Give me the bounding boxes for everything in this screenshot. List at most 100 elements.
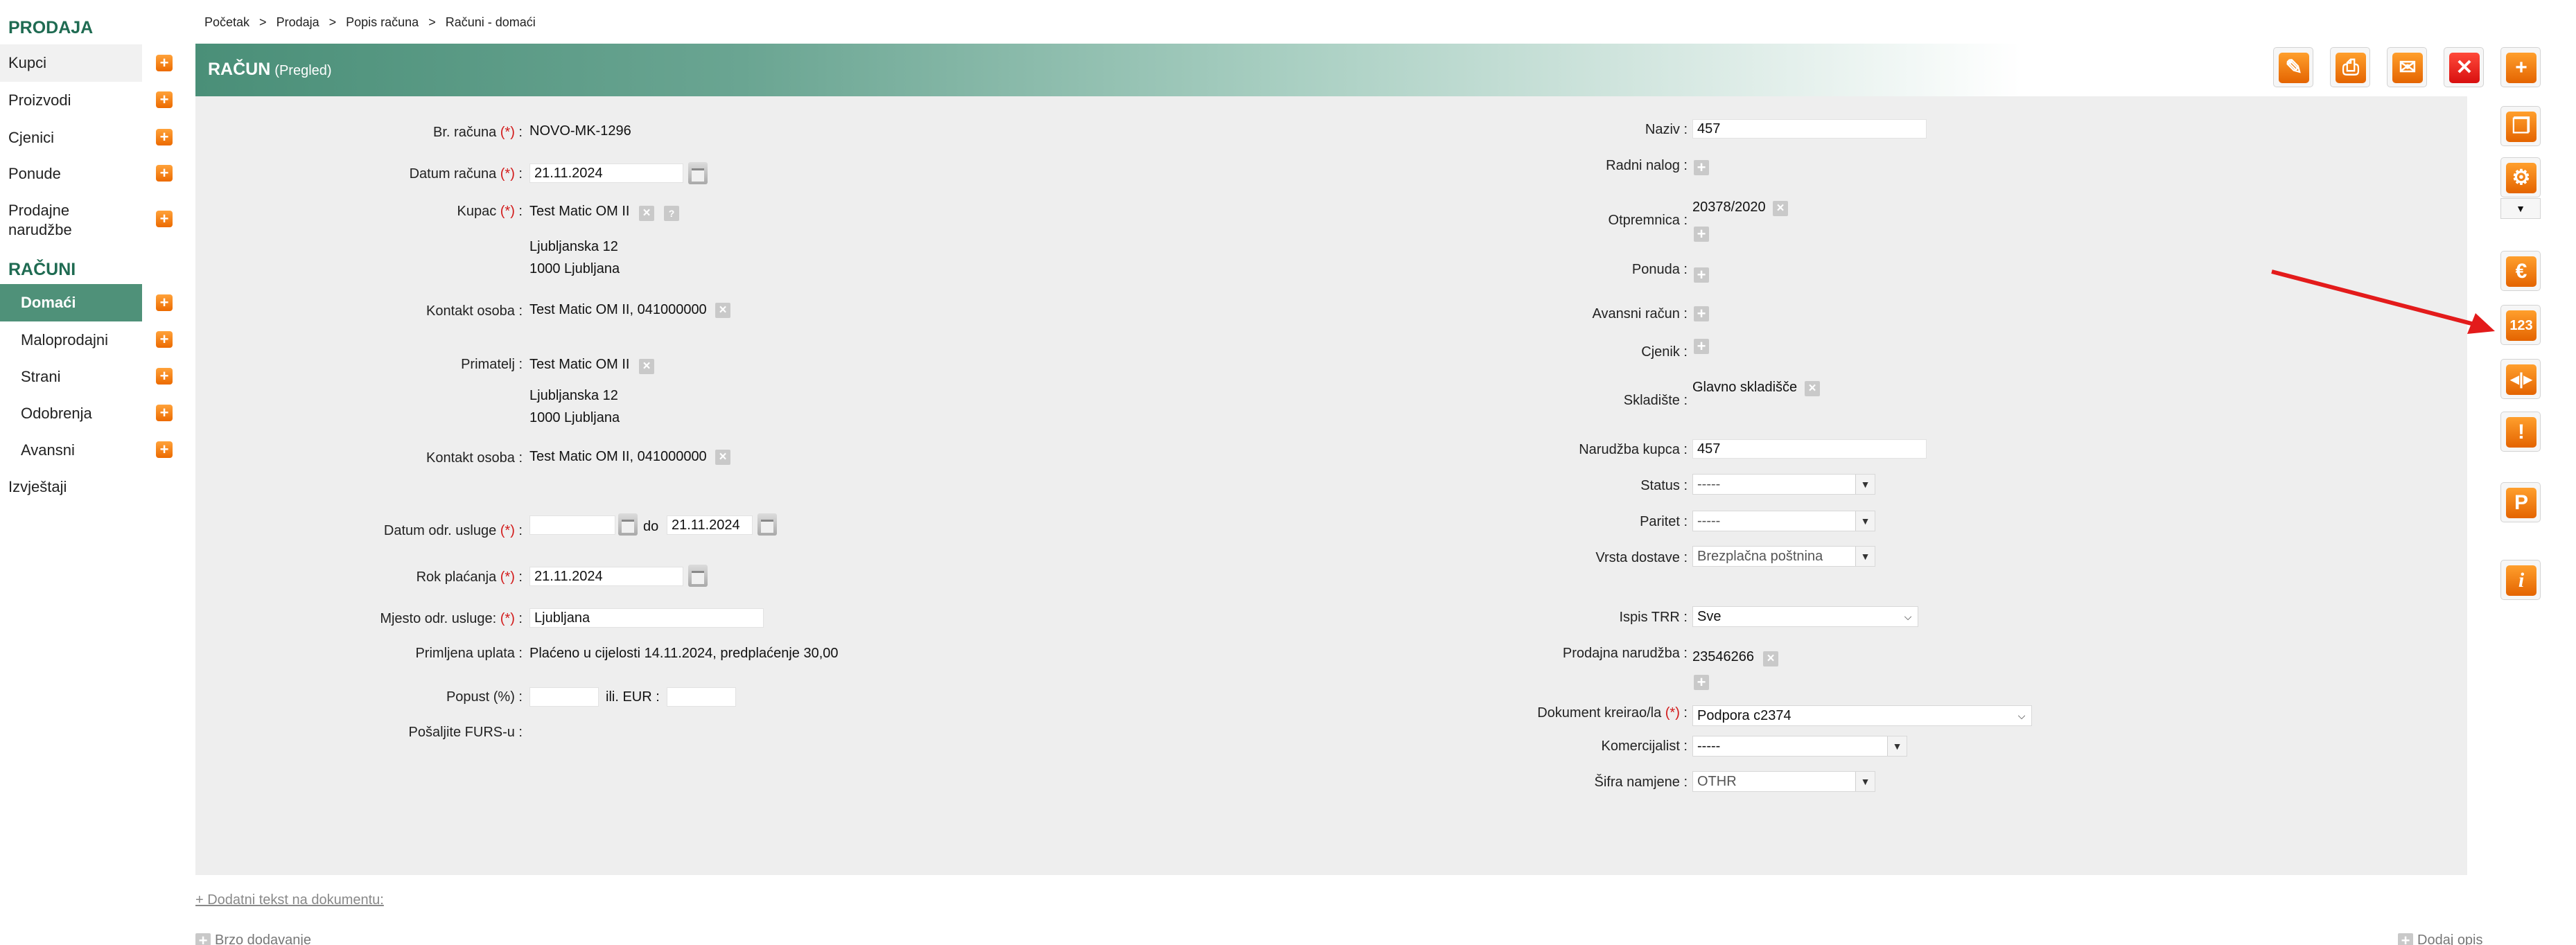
- add-avansni-icon[interactable]: +: [156, 441, 173, 458]
- euro-icon: €: [2506, 256, 2536, 287]
- add-kupci-icon[interactable]: +: [156, 55, 173, 71]
- calendar-icon[interactable]: [618, 513, 638, 536]
- add-ponuda-icon[interactable]: +: [1694, 267, 1709, 283]
- add-maloprodajni-icon[interactable]: +: [156, 331, 173, 348]
- copy-button[interactable]: ❐: [2500, 106, 2541, 146]
- ispis-trr-select[interactable]: Sve ⌵: [1692, 606, 1918, 627]
- calendar-icon[interactable]: [757, 513, 777, 536]
- sidebar-item-proizvodi[interactable]: Proizvodi: [0, 82, 142, 119]
- sidebar-item-ponude[interactable]: Ponude: [0, 155, 142, 193]
- exclamation-icon: !: [2506, 417, 2536, 448]
- remove-skladiste-icon[interactable]: ×: [1805, 381, 1820, 396]
- sidebar-item-kupci[interactable]: Kupci: [0, 44, 142, 82]
- eur-input[interactable]: [667, 687, 736, 707]
- add-cjenici-icon[interactable]: +: [156, 129, 173, 145]
- brzo-dodavanje[interactable]: + Brzo dodavanje: [195, 933, 311, 945]
- add-radni-nalog-icon[interactable]: +: [1694, 160, 1709, 175]
- sidebar-item-domaci[interactable]: Domaći: [0, 284, 142, 321]
- chevron-down-icon[interactable]: ▼: [1855, 547, 1875, 566]
- add-prodajne-narudzbe-icon[interactable]: +: [156, 211, 173, 227]
- remove-kupac-icon[interactable]: ×: [639, 206, 654, 221]
- remove-kontakt2-icon[interactable]: ×: [715, 450, 730, 465]
- remove-otpremnica-icon[interactable]: ×: [1773, 201, 1788, 216]
- print-button[interactable]: ⎙: [2330, 47, 2370, 87]
- prodajna-narudzba-label: Prodajna narudžba :: [1562, 646, 1688, 661]
- remove-primatelj-icon[interactable]: ×: [639, 359, 654, 374]
- settings-button[interactable]: ⚙: [2500, 157, 2541, 197]
- add-avansni-icon[interactable]: +: [1694, 306, 1709, 321]
- calendar-icon[interactable]: [688, 162, 708, 184]
- avansni-racun-label: Avansni račun :: [1592, 306, 1688, 321]
- vrsta-dostave-label: Vrsta dostave :: [1595, 550, 1688, 565]
- rok-placanja-label: Rok plaćanja (*) :: [416, 569, 523, 585]
- sidebar-item-label: Izvještaji: [8, 478, 67, 495]
- numbering-button[interactable]: 123: [2500, 305, 2541, 345]
- dokument-kreirao-label: Dokument kreirao/la (*) :: [1537, 705, 1688, 721]
- breadcrumb-popis-racuna[interactable]: Popis računa: [346, 15, 419, 29]
- breadcrumb-pocetak[interactable]: Početak: [204, 15, 249, 29]
- currency-button[interactable]: €: [2500, 251, 2541, 291]
- p-button[interactable]: P: [2500, 482, 2541, 522]
- dodatni-tekst-link[interactable]: + Dodatni tekst na dokumentu:: [195, 892, 384, 908]
- sidebar-item-strani[interactable]: Strani: [0, 358, 142, 396]
- warning-button[interactable]: !: [2500, 412, 2541, 452]
- settings-dropdown-toggle[interactable]: ▼: [2500, 198, 2541, 219]
- otpremnica-label: Otpremnica :: [1608, 213, 1688, 228]
- remove-kontakt-icon[interactable]: ×: [715, 303, 730, 318]
- email-button[interactable]: ✉: [2387, 47, 2427, 87]
- chevron-down-icon[interactable]: ▼: [1855, 511, 1875, 531]
- chevron-down-icon[interactable]: ▼: [1855, 772, 1875, 791]
- copy-icon: ❐: [2506, 112, 2536, 142]
- sidebar-item-cjenici[interactable]: Cjenici: [0, 119, 142, 157]
- chevron-down-icon[interactable]: ▼: [1855, 475, 1875, 494]
- add-otpremnica-icon[interactable]: +: [1694, 227, 1709, 242]
- add-strani-icon[interactable]: +: [156, 368, 173, 385]
- delete-button[interactable]: ✕: [2444, 47, 2484, 87]
- edit-button[interactable]: ✎: [2273, 47, 2313, 87]
- add-ponude-icon[interactable]: +: [156, 165, 173, 182]
- chevron-down-icon[interactable]: ⌵: [1898, 607, 1918, 626]
- split-button[interactable]: ◂|▸: [2500, 359, 2541, 399]
- komercijalist-label: Komercijalist :: [1601, 739, 1688, 754]
- sidebar-item-label: Kupci: [8, 54, 47, 71]
- rok-placanja-input[interactable]: 21.11.2024: [529, 567, 683, 586]
- dodaj-opis[interactable]: + Dodaj opis: [2398, 933, 2483, 945]
- sifra-namjene-select[interactable]: OTHR ▼: [1692, 771, 1875, 792]
- popust-input[interactable]: [529, 687, 599, 707]
- breadcrumb-separator: >: [428, 15, 436, 29]
- info-kupac-icon[interactable]: ?: [664, 206, 679, 221]
- calendar-icon[interactable]: [688, 565, 708, 587]
- add-domaci-icon[interactable]: +: [156, 294, 173, 311]
- sidebar-item-maloprodajni[interactable]: Maloprodajni: [0, 321, 142, 359]
- status-select[interactable]: ----- ▼: [1692, 474, 1875, 495]
- sidebar-item-avansni[interactable]: Avansni: [0, 432, 142, 469]
- remove-prodajna-narudzba-icon[interactable]: ×: [1763, 651, 1778, 666]
- dokument-kreirao-select[interactable]: Podpora c2374 ⌵: [1692, 705, 2032, 726]
- chevron-down-icon[interactable]: ⌵: [2012, 706, 2031, 725]
- add-button[interactable]: +: [2500, 47, 2541, 87]
- datum-racuna-input[interactable]: 21.11.2024: [529, 164, 683, 183]
- mjesto-usluge-input[interactable]: Ljubljana: [529, 608, 764, 628]
- add-odobrenja-icon[interactable]: +: [156, 405, 173, 421]
- add-prodajna-narudzba-icon[interactable]: +: [1694, 675, 1709, 690]
- add-cjenik-icon[interactable]: +: [1694, 339, 1709, 354]
- vrsta-dostave-select[interactable]: Brezplačna poštnina ▼: [1692, 546, 1875, 567]
- page-subtitle: (Pregled): [274, 63, 332, 78]
- add-proizvodi-icon[interactable]: +: [156, 91, 173, 108]
- section-title-prodaja: PRODAJA: [8, 18, 94, 37]
- info-button[interactable]: i: [2500, 560, 2541, 600]
- paritet-select[interactable]: ----- ▼: [1692, 511, 1875, 531]
- breadcrumb-prodaja[interactable]: Prodaja: [277, 15, 319, 29]
- naziv-input[interactable]: 457: [1692, 119, 1927, 139]
- datum-usluge-from-input[interactable]: [529, 515, 615, 535]
- primatelj-address-line1: Ljubljanska 12: [529, 388, 618, 403]
- sidebar-item-odobrenja[interactable]: Odobrenja: [0, 395, 142, 432]
- kupac-address-line2: 1000 Ljubljana: [529, 261, 620, 276]
- chevron-down-icon[interactable]: ▼: [1887, 736, 1907, 756]
- sidebar-item-prodajne-narudzbe[interactable]: Prodajne narudžbe: [0, 198, 104, 242]
- skladiste-value: Glavno skladišče: [1692, 380, 1798, 395]
- komercijalist-select[interactable]: ----- ▼: [1692, 736, 1907, 757]
- sidebar-item-izvjestaji[interactable]: Izvještaji: [0, 468, 142, 506]
- datum-usluge-to-input[interactable]: 21.11.2024: [667, 515, 753, 535]
- narudzba-kupca-input[interactable]: 457: [1692, 439, 1927, 459]
